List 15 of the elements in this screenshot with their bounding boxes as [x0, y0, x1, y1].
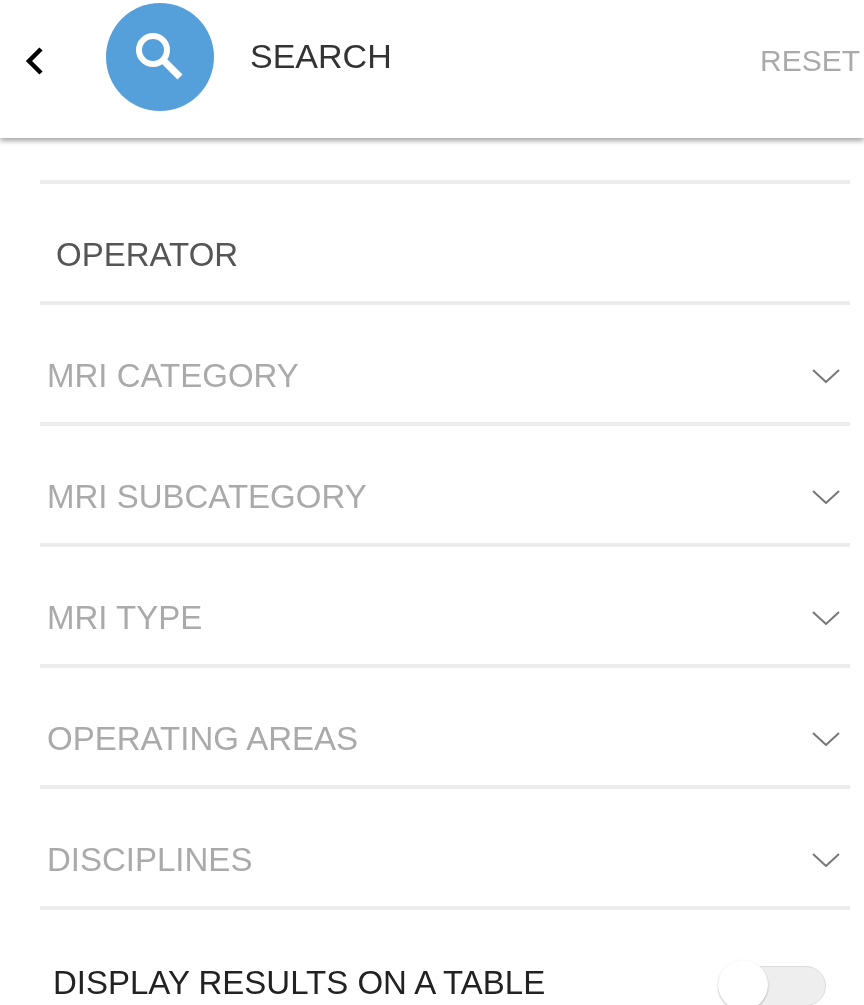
- chevron-down-icon: [812, 853, 840, 867]
- chevron-down-icon: [812, 490, 840, 504]
- page-title: SEARCH: [250, 36, 392, 77]
- dropdown-field[interactable]: MRI TYPE: [47, 598, 840, 638]
- chevron-down-icon: [812, 732, 840, 746]
- toggle-label: DISPLAY RESULTS ON A TABLE: [53, 964, 546, 1002]
- reset-button[interactable]: RESET: [759, 40, 864, 82]
- chevron-down-icon: [812, 611, 840, 625]
- dropdown-field[interactable]: DISCIPLINES: [47, 840, 840, 880]
- dropdown-field[interactable]: OPERATING AREAS: [47, 719, 840, 759]
- toggle-switch[interactable]: [716, 960, 828, 1005]
- chevron-down-icon: [812, 369, 840, 383]
- operator-field[interactable]: OPERATOR: [47, 235, 656, 275]
- dropdown-field[interactable]: MRI SUBCATEGORY: [47, 477, 840, 517]
- dropdown-field[interactable]: MRI CATEGORY: [47, 356, 840, 396]
